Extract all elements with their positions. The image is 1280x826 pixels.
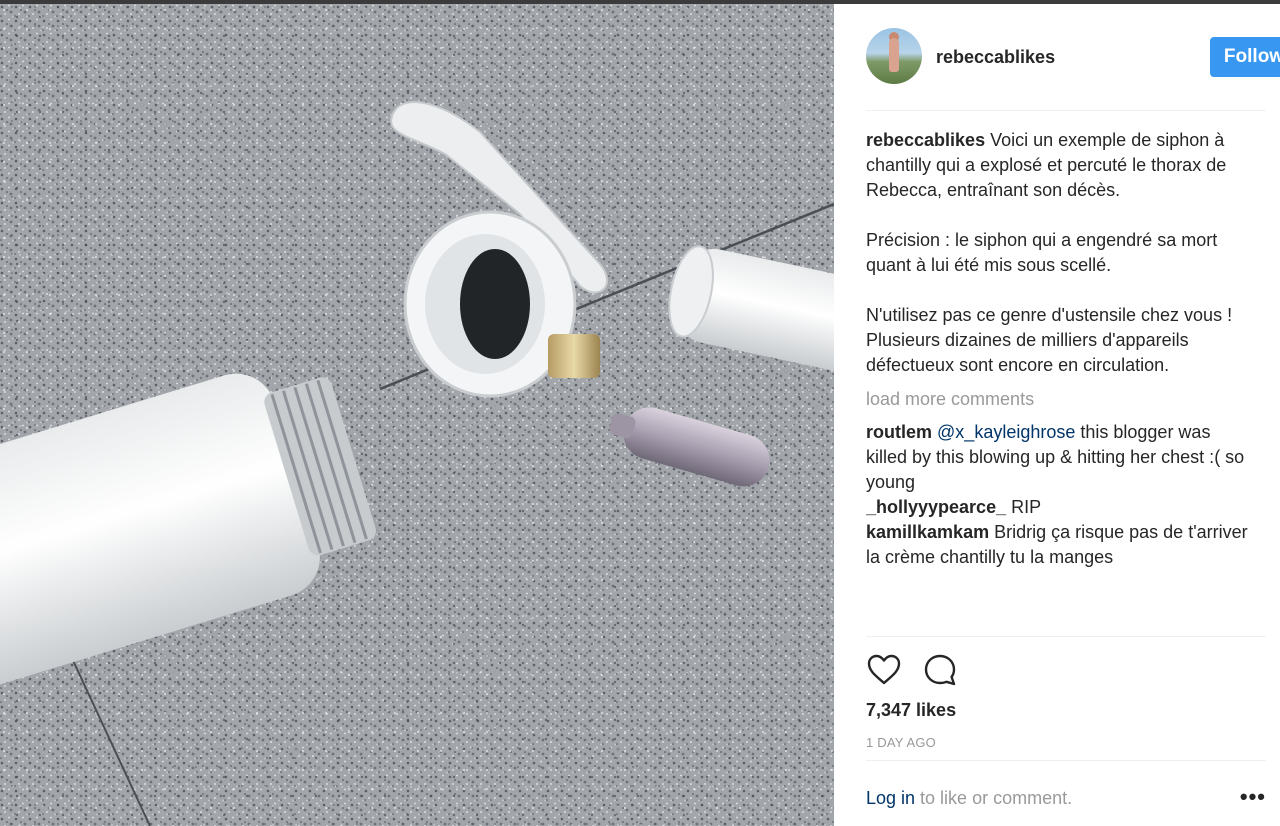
post-header: rebeccablikes Follow [866, 28, 1280, 90]
post-photo[interactable] [0, 4, 834, 826]
avatar[interactable] [866, 28, 922, 84]
load-more-comments-link[interactable]: load more comments [866, 387, 1250, 412]
post-actions [866, 652, 986, 688]
actions-divider [866, 636, 1266, 637]
comment-mention[interactable]: @x_kayleighrose [937, 422, 1075, 442]
login-prompt-text: to like or comment. [915, 788, 1073, 808]
avatar-figure-body [889, 38, 899, 72]
comment-item: _hollyyypearce_ RIP [866, 495, 1250, 520]
caption-paragraph-3: N'utilisez pas ce genre d'ustensile chez… [866, 305, 1233, 375]
header-divider [866, 110, 1266, 111]
comment-item: kamillkamkam Bridrig ça risque pas de t'… [866, 520, 1250, 570]
caption-username[interactable]: rebeccablikes [866, 130, 985, 150]
comment-username[interactable]: _hollyyypearce_ [866, 497, 1006, 517]
caption-paragraph-2: Précision : le siphon qui a engendré sa … [866, 230, 1218, 275]
more-options-button[interactable]: ••• [1240, 784, 1266, 810]
comments-section[interactable]: rebeccablikes Voici un exemple de siphon… [866, 128, 1250, 636]
siphon-photo-illustration [0, 4, 834, 826]
comment-username[interactable]: kamillkamkam [866, 522, 989, 542]
comment-icon[interactable] [922, 652, 958, 688]
follow-button[interactable]: Follow [1210, 37, 1280, 77]
login-prompt: Log in to like or comment. ••• [866, 784, 1266, 812]
caption: rebeccablikes Voici un exemple de siphon… [866, 128, 1250, 203]
comment-username[interactable]: routlem [866, 422, 932, 442]
comment-item: routlem @x_kayleighrose this blogger was… [866, 420, 1250, 495]
heart-icon[interactable] [866, 652, 902, 688]
post-timestamp: 1 DAY AGO [866, 735, 936, 750]
header-username[interactable]: rebeccablikes [936, 47, 1055, 68]
post-side-panel: rebeccablikes Follow rebeccablikes Voici… [834, 4, 1280, 826]
footer-divider [866, 760, 1266, 761]
login-link[interactable]: Log in [866, 788, 915, 808]
comment-text: RIP [1006, 497, 1042, 517]
likes-count[interactable]: 7,347 likes [866, 700, 956, 721]
